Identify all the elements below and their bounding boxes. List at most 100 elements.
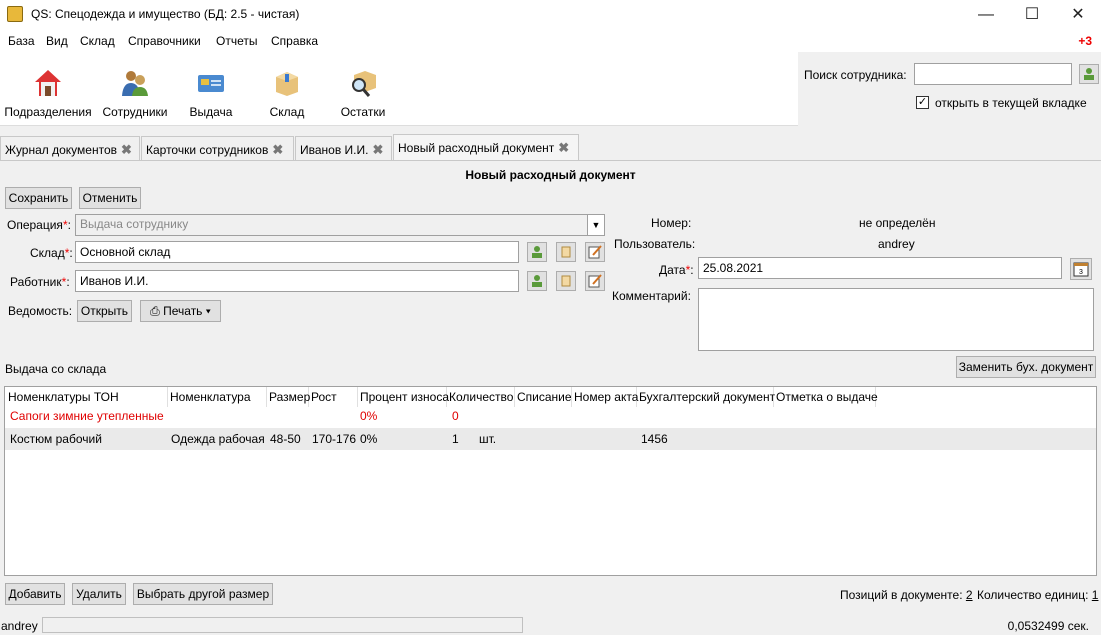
status-time: 0,0532499 сек. — [1007, 619, 1089, 633]
window-title: QS: Спецодежда и имущество (БД: 2.5 - чи… — [31, 7, 300, 21]
comment-label: Комментарий: — [612, 289, 691, 303]
table-row[interactable]: Костюм рабочий Одежда рабочая 48-50 170-… — [5, 428, 1096, 450]
column-header[interactable]: Бухгалтерский документ — [637, 387, 775, 407]
tab-new-expense-document[interactable]: Новый расходный документ ✖ — [393, 134, 579, 160]
column-header[interactable]: Списание — [515, 387, 572, 407]
tab-employee-cards[interactable]: Карточки сотрудников ✖ — [141, 136, 294, 160]
column-header[interactable]: Номенклатуры ТОН — [6, 387, 168, 407]
cell-wear: 0% — [360, 409, 378, 423]
calendar-icon: 3 — [1073, 262, 1089, 277]
document-panel: Новый расходный документ Сохранить Отмен… — [0, 160, 1101, 608]
user-value: andrey — [878, 237, 915, 251]
toolbar-stock-button[interactable]: Остатки — [332, 52, 394, 126]
menu-item-reports[interactable]: Отчеты — [216, 34, 257, 48]
positions-count-link[interactable]: 2 — [966, 588, 973, 602]
close-tab-icon[interactable]: ✖ — [272, 142, 283, 158]
employee-search-area: Поиск сотрудника: ✓ открыть в текущей вк… — [798, 52, 1101, 126]
notification-badge[interactable]: +3 — [1078, 34, 1092, 48]
positions-summary: Позиций в документе: 2 — [840, 588, 973, 602]
warehouse-label: Склад*: — [30, 246, 73, 260]
column-header[interactable]: Количество — [447, 387, 515, 407]
svg-text:3: 3 — [1079, 269, 1083, 276]
column-header[interactable]: Номенклатура — [168, 387, 267, 407]
date-field[interactable] — [698, 257, 1062, 279]
cell-unit: шт. — [479, 432, 497, 446]
magnifier-box-icon — [352, 71, 376, 97]
tab-documents-journal[interactable]: Журнал документов ✖ — [0, 136, 140, 160]
units-count-link[interactable]: 1 — [1092, 588, 1099, 602]
box-icon — [276, 72, 298, 96]
warehouse-field[interactable] — [75, 241, 519, 263]
warehouse-clear-button[interactable] — [556, 242, 576, 262]
cancel-button[interactable]: Отменить — [79, 187, 141, 209]
cell-height: 170-176 — [312, 432, 357, 446]
cell-nomenclature: Одежда рабочая — [171, 432, 265, 446]
close-tab-icon[interactable]: ✖ — [121, 142, 132, 158]
warehouse-edit-button[interactable] — [585, 242, 605, 262]
maximize-button[interactable]: ☐ — [1009, 0, 1055, 30]
toolbar-departments-button[interactable]: Подразделения — [4, 52, 92, 126]
units-summary: Количество единиц: 1 — [977, 588, 1099, 602]
close-tab-icon[interactable]: ✖ — [558, 140, 569, 156]
open-statement-button[interactable]: Открыть — [77, 300, 132, 322]
menu-bar: База Вид Склад Справочники Отчеты Справк… — [0, 30, 1101, 52]
open-current-tab-checkbox[interactable]: ✓ — [916, 96, 929, 109]
person-pick-icon — [532, 275, 542, 287]
employee-search-input[interactable] — [914, 63, 1072, 85]
document-title: Новый расходный документ — [465, 168, 636, 182]
document-tabs: Журнал документов ✖ Карточки сотрудников ✖… — [0, 134, 1101, 160]
main-toolbar: Подразделения Сотрудники Выдача Склад Ос… — [0, 52, 798, 126]
worker-field[interactable] — [75, 270, 519, 292]
comment-field[interactable] — [698, 288, 1094, 351]
delete-button[interactable]: Удалить — [72, 583, 126, 605]
edit-icon — [588, 245, 602, 259]
cell-qty: 1 — [452, 432, 459, 446]
tab-ivanov[interactable]: Иванов И.И. ✖ — [295, 136, 392, 160]
column-header[interactable]: Процент износа — [358, 387, 449, 407]
employee-search-label: Поиск сотрудника: — [804, 68, 907, 82]
items-table[interactable]: Номенклатуры ТОН Номенклатура Размер Рос… — [4, 386, 1097, 576]
statement-label: Ведомость: — [8, 304, 73, 318]
toolbar-employees-button[interactable]: Сотрудники — [100, 52, 170, 126]
number-label: Номер: — [651, 216, 692, 230]
person-pick-icon — [532, 246, 542, 258]
close-tab-icon[interactable]: ✖ — [372, 142, 383, 158]
worker-edit-button[interactable] — [585, 271, 605, 291]
worker-clear-button[interactable] — [556, 271, 576, 291]
card-icon — [198, 75, 224, 92]
save-button[interactable]: Сохранить — [5, 187, 72, 209]
print-button[interactable]: ⎙ Печать ▾ — [140, 300, 221, 322]
status-user: andrey — [1, 619, 38, 633]
toolbar-warehouse-button[interactable]: Склад — [258, 52, 316, 126]
cell-ton: Костюм рабочий — [10, 432, 102, 446]
open-current-tab-label: открыть в текущей вкладке — [935, 96, 1087, 110]
operation-select[interactable]: Выдача сотруднику ▼ — [75, 214, 605, 236]
date-picker-button[interactable]: 3 — [1070, 258, 1092, 280]
worker-select-button[interactable] — [527, 271, 547, 291]
menu-item-directories[interactable]: Справочники — [128, 34, 201, 48]
dropdown-arrow-icon: ▾ — [205, 304, 211, 318]
choose-other-size-button[interactable]: Выбрать другой размер — [133, 583, 273, 605]
toolbar-issue-button[interactable]: Выдача — [180, 52, 242, 126]
column-header[interactable]: Размер — [267, 387, 310, 407]
column-header[interactable]: Отметка о выдаче — [774, 387, 878, 407]
menu-item-warehouse[interactable]: Склад — [80, 34, 115, 48]
person-icon — [1084, 68, 1094, 80]
title-bar: QS: Спецодежда и имущество (БД: 2.5 - чи… — [0, 0, 1101, 30]
employee-search-button[interactable] — [1079, 64, 1099, 84]
warehouse-select-button[interactable] — [527, 242, 547, 262]
add-button[interactable]: Добавить — [5, 583, 65, 605]
clear-icon — [561, 275, 571, 287]
replace-accounting-document-button[interactable]: Заменить бух. документ — [956, 356, 1096, 378]
house-icon — [35, 70, 61, 96]
menu-item-help[interactable]: Справка — [271, 34, 318, 48]
status-progress — [42, 617, 523, 633]
section-label: Выдача со склада — [5, 362, 107, 376]
menu-item-base[interactable]: База — [8, 34, 35, 48]
column-header[interactable]: Рост — [309, 387, 358, 407]
close-button[interactable]: ✕ — [1055, 0, 1101, 30]
column-header[interactable]: Номер акта — [572, 387, 638, 407]
menu-item-view[interactable]: Вид — [46, 34, 68, 48]
minimize-button[interactable]: — — [963, 0, 1009, 30]
people-icon — [122, 71, 148, 96]
